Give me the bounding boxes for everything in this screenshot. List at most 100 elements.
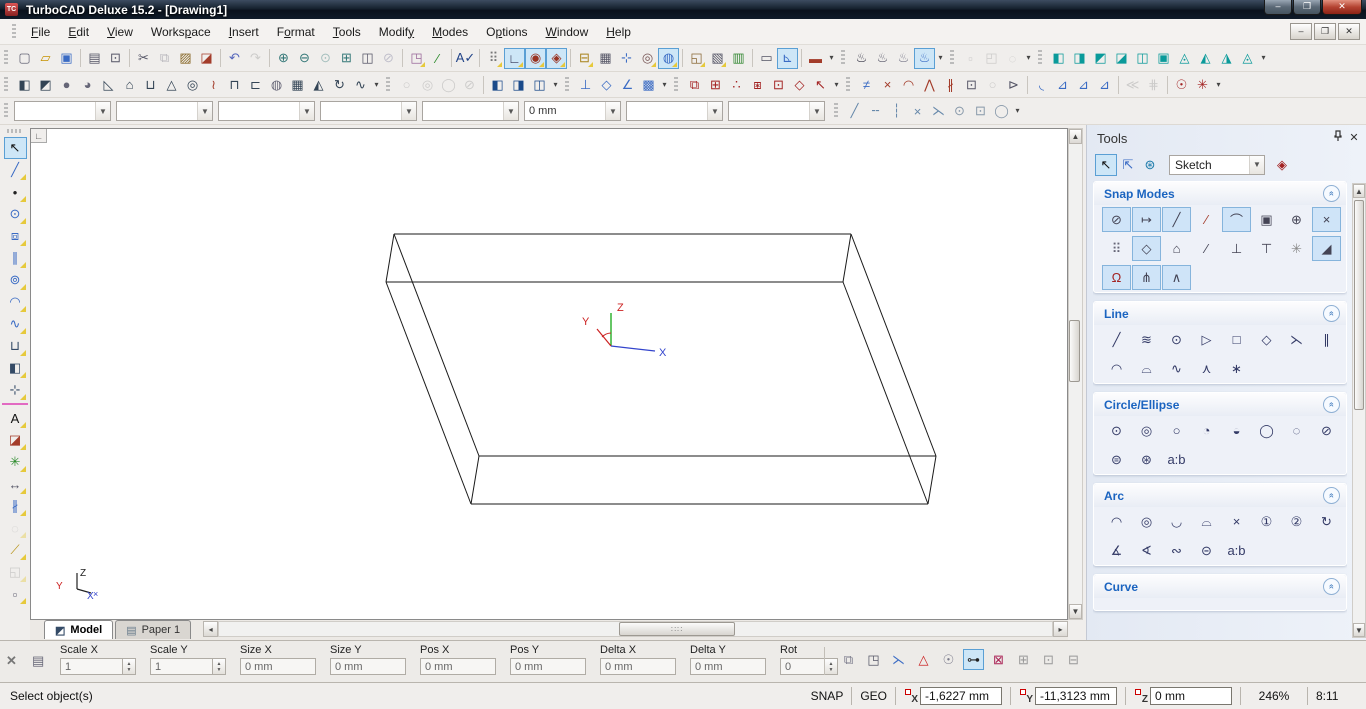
extrude-3d-icon[interactable]: ⊏ [245, 74, 266, 95]
field-input[interactable]: 0 mm [510, 658, 586, 675]
select-tool-icon[interactable]: ↖ [4, 137, 27, 159]
mdi-close-button[interactable]: ✕ [1338, 23, 1360, 40]
workplane-by-angle-icon[interactable]: ∠ [617, 74, 638, 95]
style-combo-7[interactable]: ▼ [626, 101, 723, 121]
snap-nearest-icon[interactable]: ╱ [1162, 207, 1191, 232]
collapse-chevron-icon[interactable]: « [1323, 185, 1340, 202]
horizontal-scroll-thumb[interactable]: ∷∷ [619, 622, 735, 636]
handle-settings-2-icon[interactable]: ⊟ [1063, 649, 1084, 670]
edit-segment-mode-icon[interactable]: ╌ [865, 101, 886, 122]
chevron-down-icon[interactable]: ▼ [1249, 156, 1264, 174]
trim-icon[interactable]: ≠ [856, 74, 877, 95]
prism-3d-icon[interactable]: ⌂ [119, 74, 140, 95]
new-icon[interactable]: ▢ [14, 48, 35, 69]
degrade-warning-icon[interactable]: △ [913, 649, 934, 670]
collapse-chevron-icon[interactable]: « [1323, 578, 1340, 595]
chevron-down-icon[interactable]: ▼ [197, 102, 212, 120]
cube-selector-icon[interactable]: ◳ [863, 649, 884, 670]
round-corner-icon[interactable]: ◟ [1031, 74, 1052, 95]
revolve-3d-icon[interactable]: ↻ [329, 74, 350, 95]
snap-face-icon[interactable]: ⌂ [1162, 236, 1191, 261]
circle-double-point-icon[interactable]: ○ [1162, 418, 1191, 443]
extract-face-icon[interactable]: ◱ [686, 48, 707, 69]
snap-intersection-icon[interactable]: × [1312, 207, 1341, 232]
line-irregular-polygon-icon[interactable]: ▷ [1192, 327, 1221, 352]
view-top-icon[interactable]: ◧ [1048, 48, 1069, 69]
shrink-extend-icon[interactable]: ∦ [940, 74, 961, 95]
node-selector-icon[interactable]: ⋋ [888, 649, 909, 670]
panel-scroll-down-arrow[interactable]: ▼ [1353, 623, 1365, 637]
panel-style-bucket-icon[interactable]: ◈ [1271, 154, 1293, 176]
line-perpendicular-icon[interactable]: ⋋ [1282, 327, 1311, 352]
menu-window[interactable]: Window [537, 21, 598, 43]
view-left-icon[interactable]: ◩ [1090, 48, 1111, 69]
render-scene-icon[interactable]: ◍ [658, 48, 679, 69]
point-tool-icon[interactable]: • [4, 181, 27, 203]
render-hidden-line-icon[interactable]: ♨ [872, 48, 893, 69]
copy-mirror-icon[interactable]: ⧆ [747, 74, 768, 95]
edit-segment-icon[interactable]: ⊿ [1094, 74, 1115, 95]
restore-button[interactable]: ❐ [1293, 0, 1321, 15]
style-combo-3[interactable]: ▼ [218, 101, 315, 121]
axis-tool-icon[interactable]: ⊾ [777, 48, 798, 69]
handle-settings-1-icon[interactable]: ⊡ [1038, 649, 1059, 670]
edit-node-icon[interactable]: ⊿ [1073, 74, 1094, 95]
format-fill-tool-icon[interactable]: ◪ [4, 429, 27, 451]
capped-cylinder-3d-icon[interactable]: ⊓ [224, 74, 245, 95]
split-mode-icon[interactable]: ┆ [886, 101, 907, 122]
materials-palette-icon[interactable]: ▥ [728, 48, 749, 69]
style-combo-6[interactable]: 0 mm▼ [524, 101, 621, 121]
tab-paper1[interactable]: ▤ Paper 1 [115, 620, 191, 639]
panel-globe-tool-icon[interactable]: ⊛ [1139, 154, 1161, 176]
rotated-box-3d-icon[interactable]: ◩ [35, 74, 56, 95]
style-combo-4[interactable]: ▼ [320, 101, 417, 121]
move-3d-icon[interactable]: ⊹ [616, 48, 637, 69]
zoom-full-view-icon[interactable]: ◫ [357, 48, 378, 69]
mdi-restore-button[interactable]: ❐ [1314, 23, 1336, 40]
render-wireframe-icon[interactable]: ♨ [851, 48, 872, 69]
arc-complement-icon[interactable]: ↻ [1312, 509, 1341, 534]
toolbar-overflow-icon[interactable]: ▾ [1012, 101, 1023, 122]
spinner-icon[interactable]: ▲▼ [122, 659, 135, 674]
toolbar-overflow-icon[interactable]: ▾ [1023, 48, 1034, 69]
torus-3d-icon[interactable]: ◎ [182, 74, 203, 95]
style-combo-5[interactable]: ▼ [422, 101, 519, 121]
drawing-canvas[interactable]: ∟ ZYXYZX× [30, 128, 1068, 620]
field-input[interactable]: 0▲▼ [780, 658, 838, 675]
menubar-grip[interactable] [12, 24, 16, 40]
snap-auto-icon[interactable]: ✳ [1282, 236, 1311, 261]
line-rotated-rectangle-icon[interactable]: ◇ [1252, 327, 1281, 352]
line-tangent-from-arc-icon[interactable]: ⌓ [1132, 356, 1161, 381]
menu-edit[interactable]: Edit [59, 21, 98, 43]
copy-radial-icon[interactable]: ∴ [726, 74, 747, 95]
circle-tangent-3-icon[interactable]: ◌ [1282, 418, 1311, 443]
stamp-selector-icon[interactable]: ⊶ [963, 649, 984, 670]
render-quality-icon[interactable]: ♨ [914, 48, 935, 69]
dimension-tool-icon[interactable]: ↔ [4, 473, 27, 495]
facial-control-icon[interactable]: ☉ [1171, 74, 1192, 95]
toolbar-overflow-icon[interactable]: ▾ [550, 74, 561, 95]
x-coordinate-field[interactable]: -1,6227 mm [920, 687, 1002, 705]
paste-icon[interactable]: ▨ [175, 48, 196, 69]
meet-node-mode-icon[interactable]: ⋋ [928, 101, 949, 122]
rectangle-tool-icon[interactable]: ⧈ [4, 225, 27, 247]
edit-polyline-icon[interactable]: ⊿ [1052, 74, 1073, 95]
arc-double-point-icon[interactable]: ◡ [1162, 509, 1191, 534]
ellipse-rotated-icon[interactable]: ⊛ [1132, 447, 1161, 472]
select-frame-tool-icon[interactable]: ▫ [4, 583, 27, 605]
view-right-icon[interactable]: ◪ [1111, 48, 1132, 69]
line-single-icon[interactable]: ╱ [1102, 327, 1131, 352]
undo-icon[interactable]: ↶ [224, 48, 245, 69]
walk-camera-icon[interactable]: ◎ [637, 48, 658, 69]
circle-triple-point-icon[interactable]: ◔ [1192, 418, 1221, 443]
toolbar-overflow-icon[interactable]: ▾ [371, 74, 382, 95]
snap-ortho-icon[interactable]: ⋔ [1132, 265, 1161, 290]
cut-icon[interactable]: ✂ [133, 48, 154, 69]
spell-check-icon[interactable]: A✓ [455, 48, 476, 69]
parallel-tool-icon[interactable]: ∥ [4, 247, 27, 269]
boolean-subtract-3d-icon[interactable]: ◨ [508, 74, 529, 95]
ellipse-fixed-ratio-icon[interactable]: a:b [1162, 447, 1191, 472]
deform-wheel-icon[interactable]: ✳ [1192, 74, 1213, 95]
chevron-down-icon[interactable]: ▼ [299, 102, 314, 120]
snap-angle-icon[interactable]: ∧ [1162, 265, 1191, 290]
